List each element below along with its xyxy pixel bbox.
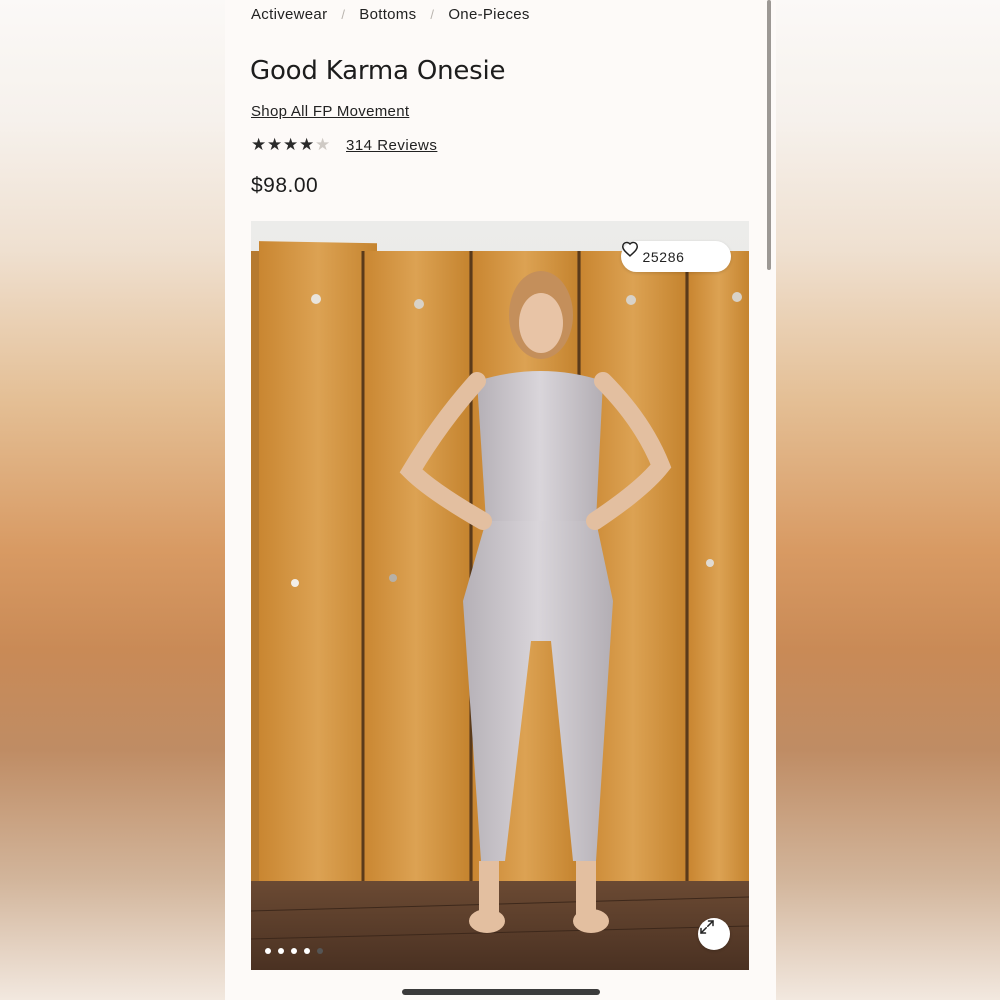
gallery-dot[interactable] [317, 948, 323, 954]
breadcrumb-separator: / [341, 7, 346, 22]
breadcrumb-item-one-pieces[interactable]: One-Pieces [448, 6, 529, 23]
star-icon: ★ [315, 135, 331, 154]
scrollbar[interactable] [767, 0, 771, 270]
gallery-dot[interactable] [278, 948, 284, 954]
star-icon: ★ [299, 135, 315, 154]
expand-image-button[interactable] [698, 918, 730, 950]
blurred-background-left [0, 0, 225, 1000]
like-button[interactable]: 25286 [621, 241, 731, 272]
product-photo-illustration [251, 221, 749, 970]
product-page: Activewear / Bottoms / One-Pieces Good K… [225, 0, 776, 1000]
gallery-pagination [265, 948, 330, 954]
product-title: Good Karma Onesie [250, 56, 506, 86]
star-icon: ★ [251, 135, 267, 154]
gallery-dot[interactable] [265, 948, 271, 954]
product-image[interactable]: 25286 [251, 221, 749, 970]
product-rating: ★ ★ ★ ★ ★ 314 Reviews [251, 136, 437, 154]
shop-all-link[interactable]: Shop All FP Movement [251, 103, 409, 120]
star-icon: ★ [283, 135, 299, 154]
product-price: $98.00 [251, 174, 319, 197]
breadcrumb: Activewear / Bottoms / One-Pieces [251, 6, 530, 23]
breadcrumb-separator: / [430, 7, 435, 22]
rating-stars: ★ ★ ★ ★ ★ [251, 136, 331, 154]
star-icon: ★ [267, 135, 283, 154]
like-count: 25286 [642, 248, 685, 265]
heart-icon [621, 241, 709, 265]
breadcrumb-item-activewear[interactable]: Activewear [251, 6, 327, 23]
gallery-dot[interactable] [304, 948, 310, 954]
reviews-link[interactable]: 314 Reviews [346, 137, 437, 154]
home-indicator [402, 989, 600, 995]
gallery-dot[interactable] [291, 948, 297, 954]
blurred-background-right [776, 0, 1000, 1000]
breadcrumb-item-bottoms[interactable]: Bottoms [359, 6, 416, 23]
